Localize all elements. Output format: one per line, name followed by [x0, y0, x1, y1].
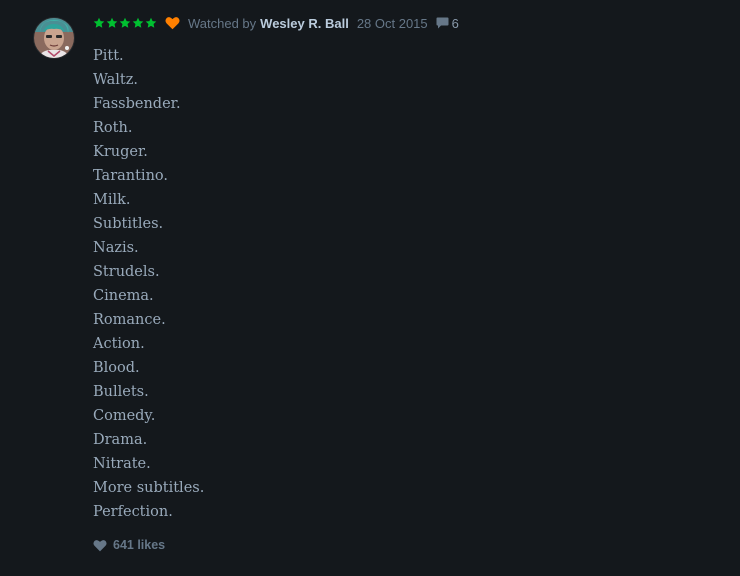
liked-heart-icon	[165, 16, 180, 30]
review-line: Fassbender.	[93, 96, 181, 112]
heart-icon	[93, 539, 107, 552]
star-icon	[93, 17, 105, 29]
speech-bubble-icon	[436, 17, 449, 29]
review-line: Subtitles.	[93, 216, 164, 232]
avatar-image	[34, 18, 74, 58]
star-icon	[106, 17, 118, 29]
review-line: Nazis.	[93, 240, 139, 256]
review-line: Perfection.	[93, 504, 173, 520]
review-line: Pitt.	[93, 48, 124, 64]
review-meta: Watched by Wesley R. Ball 28 Oct 2015 6	[93, 13, 459, 33]
review-line: Comedy.	[93, 408, 156, 424]
review-card: Watched by Wesley R. Ball 28 Oct 2015 6 …	[0, 0, 740, 576]
review-line: More subtitles.	[93, 480, 205, 496]
avatar[interactable]	[34, 18, 74, 58]
like-review-button[interactable]: 641 likes	[93, 538, 165, 552]
likes-count: 641 likes	[113, 538, 166, 552]
review-line: Blood.	[93, 360, 140, 376]
review-line: Roth.	[93, 120, 133, 136]
review-date[interactable]: 28 Oct 2015	[357, 16, 428, 31]
review-line: Romance.	[93, 312, 166, 328]
review-line: Cinema.	[93, 288, 154, 304]
review-line: Strudels.	[93, 264, 160, 280]
review-body: Pitt. Waltz. Fassbender. Roth. Kruger. Tarant…	[93, 44, 204, 524]
review-line: Tarantino.	[93, 168, 168, 184]
comments-link[interactable]: 6	[436, 16, 459, 31]
review-line: Kruger.	[93, 144, 148, 160]
review-line: Action.	[93, 336, 145, 352]
review-line: Bullets.	[93, 384, 149, 400]
rating-stars	[93, 17, 157, 29]
star-icon	[132, 17, 144, 29]
review-line: Drama.	[93, 432, 148, 448]
review-line: Nitrate.	[93, 456, 151, 472]
watched-by-label: Watched by	[188, 15, 257, 31]
review-line: Milk.	[93, 192, 131, 208]
comment-count: 6	[451, 15, 459, 31]
star-icon	[145, 17, 157, 29]
star-icon	[119, 17, 131, 29]
review-line: Waltz.	[93, 72, 139, 88]
author-link[interactable]: Wesley R. Ball	[260, 16, 349, 31]
